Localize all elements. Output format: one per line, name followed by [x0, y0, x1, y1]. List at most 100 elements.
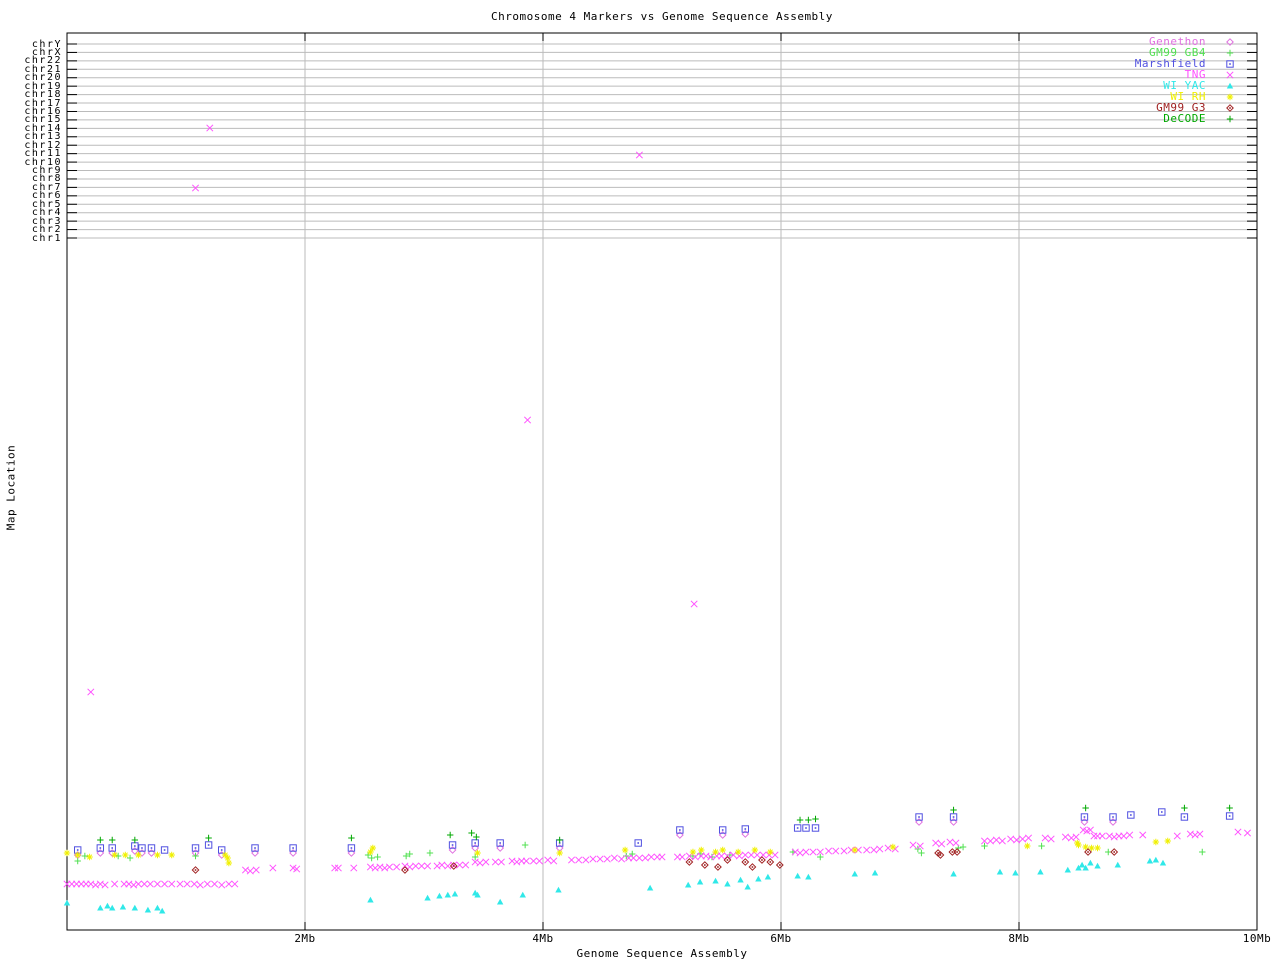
data-point-dot [254, 847, 256, 849]
data-point [696, 878, 704, 885]
data-point [482, 858, 490, 866]
data-point [86, 853, 93, 861]
data-point [646, 884, 654, 891]
data-point-dot [1229, 63, 1231, 65]
data-point-dot [499, 842, 501, 844]
data-point [196, 881, 204, 889]
data-point [863, 846, 871, 854]
data-point [126, 854, 134, 862]
data-point [889, 843, 897, 851]
data-point [986, 837, 994, 845]
data-point-dot [761, 859, 763, 861]
data-point [832, 847, 840, 855]
data-point [424, 894, 431, 901]
data-point-dot [1130, 814, 1132, 816]
data-point-dot [952, 816, 955, 818]
data-point [1120, 832, 1128, 840]
data-point-dot [717, 866, 719, 868]
data-point [871, 869, 879, 876]
data-point [1146, 857, 1154, 864]
data-point [1164, 837, 1171, 845]
data-point [635, 854, 643, 862]
data-point [1078, 861, 1086, 868]
data-point [203, 880, 211, 888]
data-point [809, 848, 817, 856]
data-point [130, 881, 138, 889]
data-point [168, 880, 176, 888]
data-point [1226, 49, 1234, 57]
data-point [1038, 842, 1045, 850]
data-point-dot [779, 864, 781, 866]
data-point [840, 847, 848, 855]
data-point-dot [744, 861, 747, 863]
data-point [125, 880, 133, 888]
data-point [771, 851, 779, 859]
data-point-dot [111, 847, 114, 849]
data-point [269, 864, 277, 872]
data-point [168, 851, 175, 859]
data-point [369, 844, 377, 852]
data-point [225, 859, 233, 867]
data-point [1196, 830, 1204, 838]
data-point-dot [796, 827, 799, 829]
data-point [111, 851, 118, 859]
data-point-dot [292, 847, 294, 849]
data-point [1041, 834, 1049, 842]
data-point [596, 855, 604, 863]
data-point [712, 848, 719, 856]
data-point [575, 856, 583, 864]
data-point [1243, 829, 1252, 837]
data-point [992, 836, 1000, 844]
data-point [851, 846, 858, 854]
data-point [635, 151, 643, 159]
data-point [508, 857, 516, 865]
data-point [140, 880, 148, 888]
x-tick-label-2Mb: 2Mb [294, 932, 316, 945]
data-point [535, 857, 543, 865]
data-point [1072, 833, 1080, 841]
data-point [950, 870, 957, 877]
data-point [1064, 866, 1071, 873]
data-point [1152, 856, 1160, 863]
data-point [909, 841, 917, 849]
data-point [884, 844, 892, 852]
data-point [376, 863, 384, 871]
data-point [381, 864, 389, 872]
data-point [334, 864, 342, 872]
data-point-dot [134, 845, 136, 847]
data-point [131, 836, 139, 844]
data-point [641, 854, 649, 862]
data-point [456, 861, 464, 869]
data-point [241, 866, 250, 874]
data-point [496, 898, 504, 905]
data-point [513, 858, 521, 866]
data-point [1226, 804, 1233, 812]
data-point-dot [452, 865, 455, 867]
data-point [698, 846, 705, 854]
data-point [751, 846, 759, 854]
data-point [385, 863, 394, 871]
data-point [568, 856, 576, 864]
data-point-dot [474, 842, 476, 844]
data-point [497, 858, 505, 866]
data-point [744, 883, 751, 890]
data-point [658, 853, 666, 861]
data-point [998, 837, 1006, 845]
data-point-dot [1229, 107, 1231, 109]
data-point [367, 896, 374, 903]
data-point [96, 880, 104, 888]
data-point [104, 902, 111, 909]
data-point [519, 891, 526, 898]
data-point [610, 854, 618, 862]
data-point [747, 851, 755, 859]
data-point [851, 870, 858, 877]
data-point [521, 841, 529, 849]
data-point [1087, 859, 1094, 866]
data-point [678, 853, 686, 861]
data-point [556, 849, 563, 857]
data-point [135, 851, 142, 859]
data-point [109, 836, 116, 844]
data-point [719, 846, 726, 854]
data-point [476, 859, 484, 867]
data-point [87, 688, 95, 696]
